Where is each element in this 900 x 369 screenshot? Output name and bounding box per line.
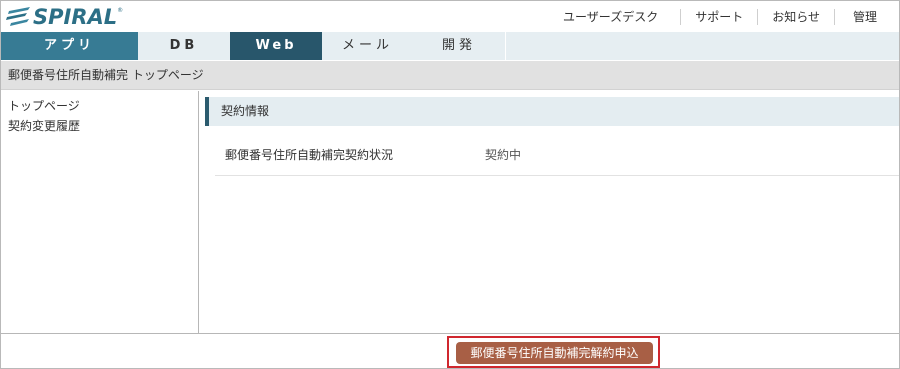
tab-dev[interactable]: 開発 (413, 32, 506, 60)
cancel-application-button[interactable]: 郵便番号住所自動補完解約申込 (456, 342, 653, 364)
support-link[interactable]: サポート (680, 8, 757, 25)
footer-divider (1, 333, 899, 334)
spiral-logo-icon (6, 7, 30, 26)
news-link[interactable]: お知らせ (757, 8, 834, 25)
main-content: 契約情報 郵便番号住所自動補完契約状況 契約中 (205, 97, 899, 333)
main-nav: アプリ DB Web メール 開発 (1, 32, 899, 60)
contract-status-value: 契約中 (485, 148, 522, 162)
logo-registered-mark: ® (117, 7, 124, 14)
tab-db[interactable]: DB (138, 32, 230, 60)
users-desk-link[interactable]: ユーザーズデスク (549, 9, 680, 25)
tab-web[interactable]: Web (230, 32, 322, 60)
sidebar-item-contract-history[interactable]: 契約変更履歴 (1, 116, 198, 136)
sidebar: トップページ 契約変更履歴 (1, 91, 199, 333)
section-title-contract-info: 契約情報 (205, 97, 899, 126)
info-row: 郵便番号住所自動補完契約状況 契約中 (215, 142, 899, 176)
tab-app[interactable]: アプリ (1, 32, 138, 60)
spiral-logo[interactable]: SPIRAL ® (6, 5, 123, 29)
sidebar-item-top-page[interactable]: トップページ (1, 96, 198, 116)
contract-status-label: 郵便番号住所自動補完契約状況 (225, 148, 394, 162)
tab-mail[interactable]: メール (322, 32, 413, 60)
logo-text: SPIRAL (33, 5, 118, 29)
app-frame: SPIRAL ® ユーザーズデスク サポート お知らせ 管理 アプリ DB We… (0, 0, 900, 369)
admin-link[interactable]: 管理 (833, 8, 899, 25)
top-header: SPIRAL ® ユーザーズデスク サポート お知らせ 管理 (1, 1, 899, 32)
breadcrumb: 郵便番号住所自動補完 トップページ (1, 61, 899, 90)
utility-links: ユーザーズデスク サポート お知らせ 管理 (549, 1, 899, 32)
